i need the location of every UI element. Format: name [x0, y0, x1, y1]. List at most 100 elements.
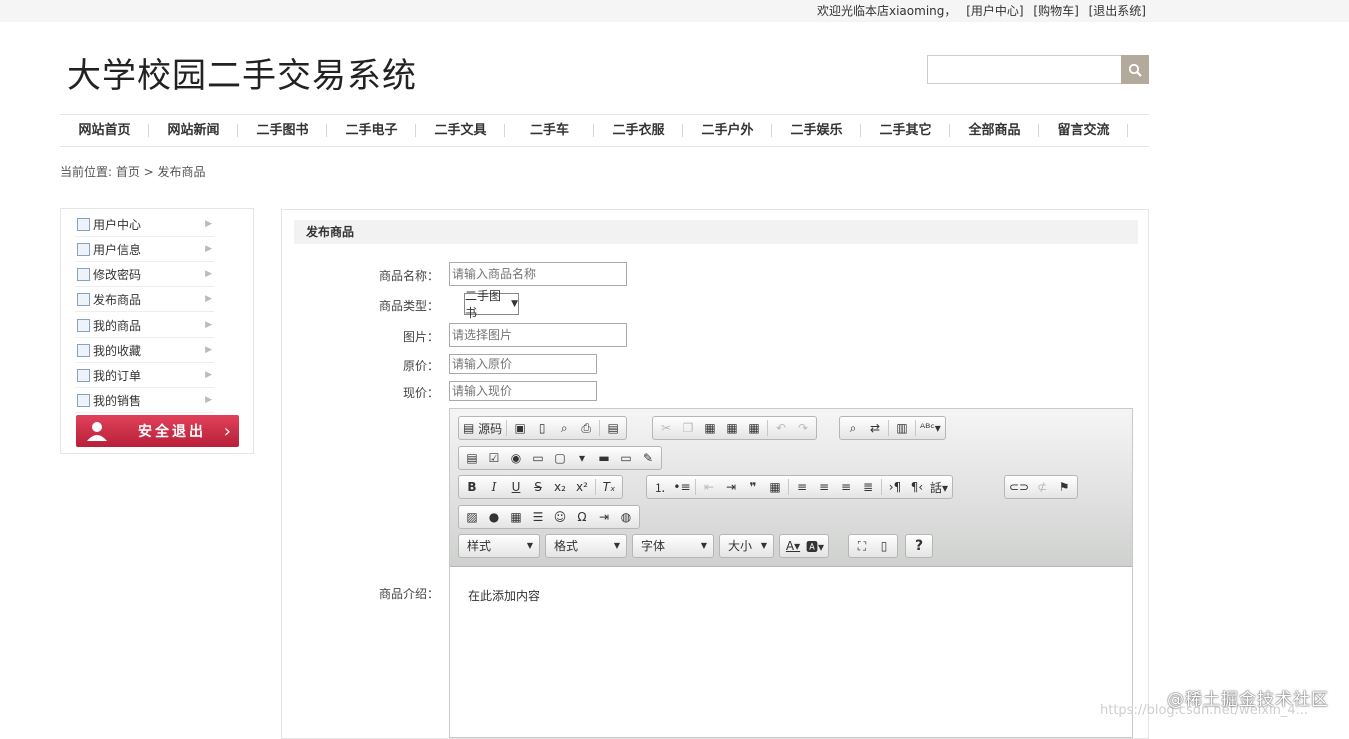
spellcheck-icon[interactable]: ᴬᴮᶜ▾ — [918, 418, 943, 438]
anchor-flag-icon[interactable]: ⚑ — [1053, 477, 1075, 497]
help-icon[interactable]: ? — [908, 536, 930, 556]
justify-icon[interactable]: ≣ — [857, 477, 879, 497]
subscript-icon[interactable]: x₂ — [549, 477, 571, 497]
styles-dropdown[interactable]: 样式 ▼ — [458, 534, 540, 558]
size-dropdown[interactable]: 大小 ▼ — [719, 534, 774, 558]
undo-icon[interactable]: ↶ — [770, 418, 792, 438]
type-select[interactable]: 二手图书 ▼ — [464, 289, 519, 320]
text-color-icon[interactable]: A▾ — [782, 536, 804, 556]
nav-item-books[interactable]: 二手图书 — [238, 115, 327, 146]
nav-item-cars[interactable]: 二手车 — [505, 115, 594, 146]
sidebar-item-sales[interactable]: 我的销售 ▶ — [75, 388, 214, 413]
strike-icon[interactable]: S — [527, 477, 549, 497]
replace-icon[interactable]: ⇄ — [864, 418, 886, 438]
nav-item-all[interactable]: 全部商品 — [950, 115, 1039, 146]
bullet-list-icon[interactable]: •≡ — [671, 477, 693, 497]
nav-item-electronics[interactable]: 二手电子 — [327, 115, 416, 146]
chevron-right-icon: ▶ — [205, 345, 212, 355]
nav-item-other[interactable]: 二手其它 — [861, 115, 950, 146]
italic-icon[interactable]: I — [483, 477, 505, 497]
source-button[interactable]: ▤ 源码 — [461, 418, 504, 438]
copy-icon[interactable]: ❐ — [677, 418, 699, 438]
font-dropdown[interactable]: 字体 ▼ — [632, 534, 714, 558]
sidebar-item-favorites[interactable]: 我的收藏 ▶ — [75, 338, 214, 363]
superscript-icon[interactable]: x² — [571, 477, 593, 497]
show-blocks-icon[interactable]: ▯ — [873, 536, 895, 556]
blockquote-icon[interactable]: ❞ — [742, 477, 764, 497]
ltr-icon[interactable]: ›¶ — [884, 477, 906, 497]
sidebar-item-publish[interactable]: 发布商品 ▶ — [75, 287, 214, 312]
paste-word-icon[interactable]: ▦ — [743, 418, 765, 438]
special-char-icon[interactable]: Ω — [571, 507, 593, 527]
find-icon[interactable]: ⌕ — [842, 418, 864, 438]
new-page-icon[interactable]: ▯ — [531, 418, 553, 438]
paste-icon[interactable]: ▦ — [699, 418, 721, 438]
nav-item-messages[interactable]: 留言交流 — [1039, 115, 1128, 146]
preview-icon[interactable]: ⌕ — [553, 418, 575, 438]
sidebar-item-orders[interactable]: 我的订单 ▶ — [75, 363, 214, 388]
select-all-icon[interactable]: ▥ — [891, 418, 913, 438]
align-center-icon[interactable]: ≡ — [813, 477, 835, 497]
original-price-field[interactable] — [449, 354, 597, 374]
search-input[interactable] — [927, 55, 1122, 84]
nav-item-news[interactable]: 网站新闻 — [149, 115, 238, 146]
form-icon[interactable]: ▤ — [461, 448, 483, 468]
site-logo[interactable]: 大学校园二手交易系统 — [67, 48, 417, 97]
radio-icon[interactable]: ◉ — [505, 448, 527, 468]
checkbox-icon[interactable]: ☑ — [483, 448, 505, 468]
image-icon[interactable]: ▨ — [461, 507, 483, 527]
sidebar-item-user-center[interactable]: 用户中心 ▶ — [75, 212, 214, 237]
logout-link[interactable]: [退出系统] — [1089, 4, 1146, 18]
page-break-icon[interactable]: ⇥ — [593, 507, 615, 527]
rtl-icon[interactable]: ¶‹ — [906, 477, 928, 497]
textarea-icon[interactable]: ▢ — [549, 448, 571, 468]
search-button[interactable] — [1121, 55, 1149, 84]
cart-link[interactable]: [购物车] — [1033, 4, 1078, 18]
nav-item-home[interactable]: 网站首页 — [60, 115, 149, 146]
nav-item-stationery[interactable]: 二手文具 — [416, 115, 505, 146]
table-icon[interactable]: ▦ — [505, 507, 527, 527]
print-icon[interactable]: ⎙ — [575, 418, 597, 438]
paste-text-icon[interactable]: ▦ — [721, 418, 743, 438]
image-field[interactable] — [449, 323, 627, 347]
templates-icon[interactable]: ▤ — [602, 418, 624, 438]
underline-icon[interactable]: U — [505, 477, 527, 497]
remove-format-icon[interactable]: Tₓ — [598, 477, 620, 497]
sidebar-item-user-info[interactable]: 用户信息 ▶ — [75, 237, 214, 262]
background-color-icon[interactable]: 🅰▾ — [804, 536, 826, 556]
cut-icon[interactable]: ✂ — [655, 418, 677, 438]
nav-item-entertainment[interactable]: 二手娱乐 — [772, 115, 861, 146]
nav-item-outdoor[interactable]: 二手户外 — [683, 115, 772, 146]
editor-content[interactable]: 在此添加内容 — [468, 587, 540, 604]
maximize-icon[interactable]: ⛶ — [851, 536, 873, 556]
bold-icon[interactable]: B — [461, 477, 483, 497]
select-field-icon[interactable]: ▾ — [571, 448, 593, 468]
align-left-icon[interactable]: ≡ — [791, 477, 813, 497]
save-icon[interactable]: ▣ — [509, 418, 531, 438]
format-dropdown[interactable]: 格式 ▼ — [545, 534, 627, 558]
iframe-icon[interactable]: ◍ — [615, 507, 637, 527]
nav-item-clothes[interactable]: 二手衣服 — [594, 115, 683, 146]
sidebar-item-my-goods[interactable]: 我的商品 ▶ — [75, 313, 214, 338]
user-center-link[interactable]: [用户中心] — [966, 4, 1023, 18]
flash-icon[interactable]: ● — [483, 507, 505, 527]
text-field-icon[interactable]: ▭ — [527, 448, 549, 468]
image-button-icon[interactable]: ▭ — [615, 448, 637, 468]
indent-icon[interactable]: ⇥ — [720, 477, 742, 497]
button-field-icon[interactable]: ▬ — [593, 448, 615, 468]
outdent-icon[interactable]: ⇤ — [698, 477, 720, 497]
name-field[interactable] — [449, 262, 627, 286]
sidebar-item-change-password[interactable]: 修改密码 ▶ — [75, 262, 214, 287]
current-price-field[interactable] — [449, 381, 597, 401]
redo-icon[interactable]: ↷ — [792, 418, 814, 438]
align-right-icon[interactable]: ≡ — [835, 477, 857, 497]
numbered-list-icon[interactable]: ⒈ — [649, 477, 671, 497]
language-icon[interactable]: 話▾ — [928, 477, 950, 497]
horizontal-rule-icon[interactable]: ☰ — [527, 507, 549, 527]
link-icon[interactable]: ⊂⊃ — [1007, 477, 1031, 497]
smiley-icon[interactable]: ☺ — [549, 507, 571, 527]
unlink-icon[interactable]: ⊄ — [1031, 477, 1053, 497]
hidden-field-icon[interactable]: ✎ — [637, 448, 659, 468]
div-container-icon[interactable]: ▦ — [764, 477, 786, 497]
safe-logout-button[interactable]: 安全退出 › — [76, 415, 239, 447]
